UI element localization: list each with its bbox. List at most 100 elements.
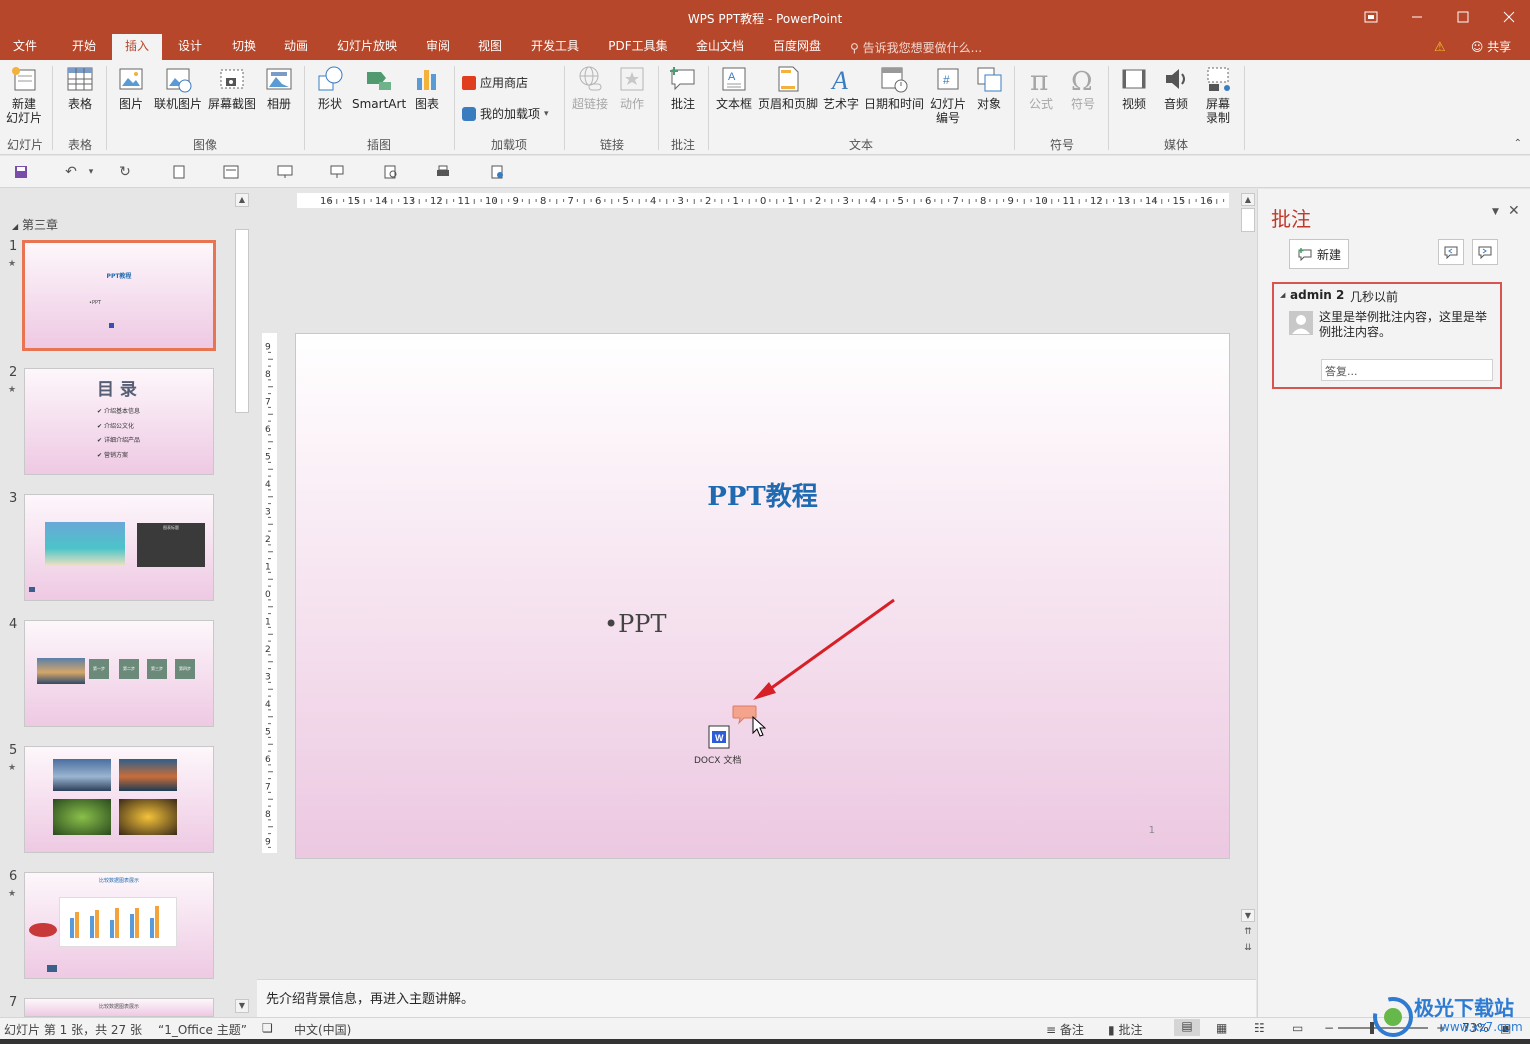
undo-dropdown-icon[interactable]: ▾ xyxy=(82,164,100,180)
next-comment-button[interactable] xyxy=(1472,239,1498,265)
insert-comment-button[interactable]: 批注 xyxy=(664,64,702,111)
textbox-button[interactable]: A 文本框 xyxy=(714,64,754,111)
screenshot-button[interactable]: 屏幕截图 xyxy=(206,64,258,111)
normal-view-icon[interactable]: ▤ xyxy=(1174,1019,1200,1036)
tab-design[interactable]: 设计 xyxy=(166,34,214,60)
ribbon-display-options-button[interactable] xyxy=(1348,0,1394,34)
tab-view[interactable]: 视图 xyxy=(466,34,514,60)
tab-baidu-netdisk[interactable]: 百度网盘 xyxy=(762,34,832,60)
present-icon[interactable] xyxy=(328,164,346,180)
slide-sorter-icon[interactable]: ▦ xyxy=(1216,1021,1227,1035)
previous-comment-button[interactable] xyxy=(1438,239,1464,265)
object-button[interactable]: 对象 xyxy=(970,64,1008,111)
print-preview-icon[interactable] xyxy=(382,164,400,180)
notes-toggle-button[interactable]: ≡ 备注 xyxy=(1046,1021,1084,1038)
docx-file-icon[interactable]: W xyxy=(707,725,731,749)
tab-kingsoft-docs[interactable]: 金山文档 xyxy=(686,34,754,60)
header-footer-button[interactable]: 页眉和页脚 xyxy=(756,64,820,111)
tab-home[interactable]: 开始 xyxy=(60,34,108,60)
reply-input[interactable]: 答复... xyxy=(1321,359,1493,381)
tab-review[interactable]: 审阅 xyxy=(414,34,462,60)
slide-thumbnail-2[interactable]: 目 录 ✔ 介绍基本信息 ✔ 介绍公文化 ✔ 详细介绍产品 ✔ 营销方案 xyxy=(24,368,214,475)
scroll-down-icon[interactable]: ▼ xyxy=(235,999,249,1013)
comment-card[interactable]: ◢ admin 2 几秒以前 这里是举例批注内容，这里是举例批注内容。 答复..… xyxy=(1272,282,1502,389)
my-addins-button[interactable]: 我的加载项 ▾ xyxy=(462,105,549,122)
equation-button[interactable]: π 公式 xyxy=(1022,64,1060,111)
slide-bullet-text[interactable]: •PPT xyxy=(604,610,666,638)
hyperlink-button[interactable]: 超链接 xyxy=(570,64,610,111)
redo-icon[interactable]: ↻ xyxy=(116,164,134,180)
tab-insert[interactable]: 插入 xyxy=(112,34,162,60)
tab-transitions[interactable]: 切换 xyxy=(220,34,268,60)
tab-file[interactable]: 文件 xyxy=(0,34,50,60)
maximize-button[interactable] xyxy=(1440,0,1486,34)
previous-slide-icon[interactable]: ⇈ xyxy=(1241,927,1255,940)
slides-scrollbar[interactable]: ▲ ▼ xyxy=(234,193,250,1013)
slide-thumbnail-5[interactable] xyxy=(24,746,214,853)
minimize-button[interactable] xyxy=(1394,0,1440,34)
smartart-button[interactable]: SmartArt xyxy=(352,64,406,111)
collapse-ribbon-icon[interactable]: ⌃ xyxy=(1514,138,1522,149)
pane-options-icon[interactable]: ▼ xyxy=(1492,207,1499,217)
scroll-thumb[interactable] xyxy=(1241,208,1255,232)
slide-title[interactable]: PPT教程 xyxy=(296,476,1229,513)
collapse-triangle-icon: ◢ xyxy=(12,222,19,231)
scroll-thumb[interactable] xyxy=(235,229,249,413)
symbol-button[interactable]: Ω 符号 xyxy=(1064,64,1102,111)
comments-toggle-button[interactable]: ▮ 批注 xyxy=(1108,1021,1142,1038)
tab-animations[interactable]: 动画 xyxy=(272,34,320,60)
slide-thumbnail-4[interactable]: 第一步 第二步 第三步 第四步 xyxy=(24,620,214,727)
slide-number-button[interactable]: # 幻灯片 编号 xyxy=(928,64,968,125)
datetime-button[interactable]: 日期和时间 xyxy=(862,64,926,111)
spellcheck-icon[interactable]: ❏ xyxy=(262,1021,273,1035)
tab-developer[interactable]: 开发工具 xyxy=(522,34,588,60)
section-header[interactable]: ◢ 第三章 xyxy=(12,216,58,233)
chart-button[interactable]: 图表 xyxy=(408,64,446,111)
zoom-out-button[interactable]: − xyxy=(1324,1021,1334,1035)
new-slide-button[interactable]: 新建 幻灯片 xyxy=(2,64,46,125)
screen-recording-button[interactable]: 屏幕 录制 xyxy=(1198,64,1238,125)
action-button[interactable]: 动作 xyxy=(612,64,652,111)
reading-view-icon[interactable]: ☷ xyxy=(1254,1021,1265,1035)
table-button[interactable]: 表格 xyxy=(60,64,100,111)
picture-button[interactable]: 图片 xyxy=(112,64,150,111)
collapse-triangle-icon[interactable]: ◢ xyxy=(1280,291,1285,299)
tab-slideshow[interactable]: 幻灯片放映 xyxy=(328,34,406,60)
slideshow-from-start-icon[interactable] xyxy=(276,164,294,180)
new-document-icon[interactable] xyxy=(170,164,188,180)
audio-button[interactable]: 音频 xyxy=(1156,64,1196,111)
slideshow-view-icon[interactable]: ▭ xyxy=(1292,1021,1303,1035)
equation-label: 公式 xyxy=(1028,97,1053,111)
next-slide-icon[interactable]: ⇊ xyxy=(1241,943,1255,956)
language-indicator[interactable]: 中文(中国) xyxy=(294,1021,351,1038)
scroll-down-icon[interactable]: ▼ xyxy=(1241,909,1255,922)
scroll-up-icon[interactable]: ▲ xyxy=(235,193,249,207)
slide-canvas[interactable]: PPT教程 •PPT W DOCX 文档 1 xyxy=(295,333,1230,859)
app-store-button[interactable]: 应用商店 xyxy=(462,74,528,91)
slide-thumbnail-3[interactable]: 图表标题 xyxy=(24,494,214,601)
slide-thumbnail-6[interactable]: 比较数据图表展示 xyxy=(24,872,214,979)
undo-icon[interactable]: ↶ xyxy=(62,164,80,180)
slide-thumbnail-1[interactable]: PPT教程 •PPT xyxy=(22,240,216,351)
close-pane-icon[interactable]: ✕ xyxy=(1508,203,1520,219)
warning-icon[interactable]: ⚠ xyxy=(1434,40,1446,55)
tell-me-box[interactable]: ⚲ 告诉我您想要做什么... xyxy=(850,39,982,56)
tab-pdf-tools[interactable]: PDF工具集 xyxy=(598,34,678,60)
save-icon[interactable] xyxy=(12,164,30,180)
print-icon[interactable] xyxy=(434,164,452,180)
export-icon[interactable] xyxy=(488,164,506,180)
speaker-notes[interactable]: 先介绍背景信息，再进入主题讲解。 xyxy=(257,979,1256,1017)
wordart-button[interactable]: A 艺术字 xyxy=(822,64,860,111)
shapes-button[interactable]: 形状 xyxy=(310,64,350,111)
online-picture-button[interactable]: 联机图片 xyxy=(152,64,204,111)
editor-scrollbar[interactable]: ▲ ▼ ⇈ ⇊ xyxy=(1241,193,1256,953)
album-button[interactable]: 相册 xyxy=(260,64,298,111)
video-button[interactable]: 视频 xyxy=(1114,64,1154,111)
layout-icon[interactable] xyxy=(222,164,240,180)
close-button[interactable] xyxy=(1486,0,1530,34)
slide-thumbnail-7[interactable]: 比较数据图表展示 xyxy=(24,998,214,1017)
share-button[interactable]: ☺ 共享 xyxy=(1462,37,1520,57)
thumb-title: PPT教程 xyxy=(106,273,132,280)
scroll-up-icon[interactable]: ▲ xyxy=(1241,193,1255,206)
new-comment-button[interactable]: 新建 xyxy=(1289,239,1349,269)
